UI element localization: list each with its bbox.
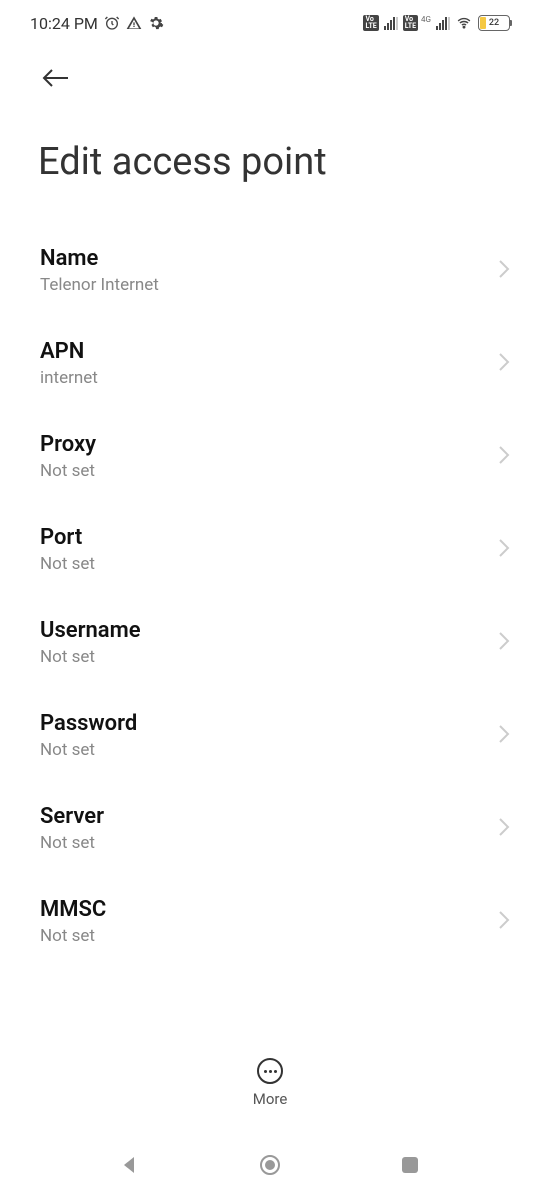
gear-icon (148, 15, 164, 31)
chevron-right-icon (498, 631, 510, 655)
chevron-right-icon (498, 910, 510, 934)
setting-row-username[interactable]: Username Not set (0, 596, 540, 689)
setting-row-name[interactable]: Name Telenor Internet (0, 224, 540, 317)
network-type-label: 4G (421, 15, 431, 24)
setting-label: Server (40, 804, 498, 829)
nav-bar (0, 1130, 540, 1200)
setting-label: Password (40, 711, 498, 736)
status-time: 10:24 PM (30, 14, 98, 33)
setting-label: Proxy (40, 432, 498, 457)
lte-badge-2: VoLTE (403, 15, 418, 31)
status-left: 10:24 PM (30, 14, 164, 33)
setting-label: Name (40, 246, 498, 271)
lte-badge-1: VoLTE (363, 15, 378, 31)
chevron-right-icon (498, 259, 510, 283)
chevron-right-icon (498, 445, 510, 469)
setting-value: Not set (40, 461, 498, 481)
chevron-right-icon (498, 817, 510, 841)
setting-row-mmsc[interactable]: MMSC Not set (0, 875, 540, 968)
setting-label: MMSC (40, 897, 498, 922)
page-title: Edit access point (0, 94, 540, 214)
battery-icon: 22 (478, 15, 510, 31)
setting-row-apn[interactable]: APN internet (0, 317, 540, 410)
settings-list: Name Telenor Internet APN internet Proxy… (0, 214, 540, 978)
more-icon (257, 1058, 283, 1084)
nav-recent-button[interactable] (390, 1145, 430, 1185)
back-button[interactable] (40, 66, 72, 94)
nav-home-button[interactable] (250, 1145, 290, 1185)
more-button[interactable]: More (0, 1048, 540, 1108)
setting-value: Not set (40, 647, 498, 667)
warning-icon (126, 15, 142, 31)
setting-value: Not set (40, 926, 498, 946)
setting-label: APN (40, 339, 498, 364)
setting-value: Telenor Internet (40, 275, 498, 295)
setting-row-password[interactable]: Password Not set (0, 689, 540, 782)
nav-back-button[interactable] (110, 1145, 150, 1185)
chevron-right-icon (498, 352, 510, 376)
more-label: More (253, 1090, 288, 1108)
header (0, 46, 540, 94)
chevron-right-icon (498, 538, 510, 562)
status-bar: 10:24 PM VoLTE VoLTE 4G 22 (0, 0, 540, 46)
alarm-icon (104, 15, 120, 31)
signal-bars-1 (384, 16, 398, 30)
setting-row-proxy[interactable]: Proxy Not set (0, 410, 540, 503)
setting-label: Username (40, 618, 498, 643)
setting-value: Not set (40, 740, 498, 760)
fade-overlay (0, 1010, 540, 1040)
status-right: VoLTE VoLTE 4G 22 (363, 15, 510, 32)
chevron-right-icon (498, 724, 510, 748)
battery-pct: 22 (479, 18, 509, 28)
signal-bars-2 (436, 16, 450, 30)
setting-value: Not set (40, 554, 498, 574)
wifi-icon (455, 16, 473, 30)
setting-label: Port (40, 525, 498, 550)
setting-value: internet (40, 368, 498, 388)
setting-row-server[interactable]: Server Not set (0, 782, 540, 875)
setting-value: Not set (40, 833, 498, 853)
setting-row-port[interactable]: Port Not set (0, 503, 540, 596)
